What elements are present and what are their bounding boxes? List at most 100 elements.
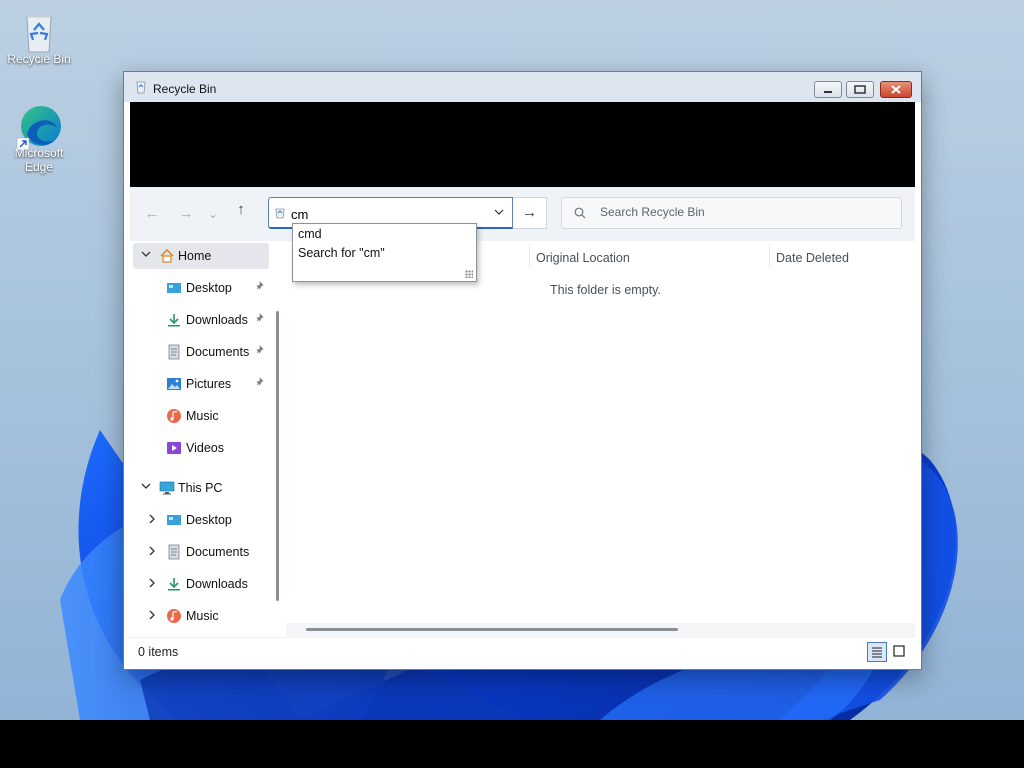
documents-icon xyxy=(168,544,180,560)
search-box[interactable] xyxy=(561,197,902,229)
window-title: Recycle Bin xyxy=(153,82,217,96)
sidebar-item-downloads[interactable]: Downloads xyxy=(133,307,269,333)
restore-icon xyxy=(854,85,866,94)
sidebar-item-label: Videos xyxy=(186,441,224,455)
this-pc-icon xyxy=(159,481,175,495)
minimize-button[interactable] xyxy=(814,81,842,98)
desktop-edge[interactable]: Microsoft Edge xyxy=(3,104,75,174)
sidebar-item-music[interactable]: Music xyxy=(133,403,269,429)
recycle-bin-icon xyxy=(19,10,59,53)
sidebar-item-label: Downloads xyxy=(186,577,248,591)
sidebar-item-desktop[interactable]: Desktop xyxy=(133,275,269,301)
minimize-icon xyxy=(824,91,832,93)
chevron-down-icon[interactable] xyxy=(141,482,151,493)
address-input[interactable] xyxy=(291,205,481,223)
item-count: 0 items xyxy=(138,645,179,659)
empty-folder-message: This folder is empty. xyxy=(550,283,661,297)
sidebar-item-label: This PC xyxy=(178,481,223,495)
chevron-down-icon[interactable] xyxy=(141,250,151,261)
up-button[interactable]: ↑ xyxy=(231,200,251,220)
sidebar-item-home[interactable]: Home xyxy=(133,243,269,269)
back-arrow-icon: ← xyxy=(144,205,160,222)
chevron-right-icon[interactable] xyxy=(148,578,156,591)
back-button[interactable]: ← xyxy=(142,204,162,224)
large-icons-view-icon xyxy=(893,645,905,657)
close-icon xyxy=(891,85,901,94)
sidebar-item-videos[interactable]: Videos xyxy=(133,435,269,461)
navigation-pane: Home Desktop Downloads Documents Picture… xyxy=(130,241,280,637)
column-header-original-location[interactable]: Original Location xyxy=(536,245,630,271)
search-icon xyxy=(574,207,586,219)
taskbar xyxy=(0,720,1024,768)
go-button[interactable]: → xyxy=(513,197,547,229)
column-separator[interactable] xyxy=(529,245,530,267)
file-explorer-window: Recycle Bin ← → ⌄ ↑ cm → Search Recycle … xyxy=(123,71,922,670)
chevron-right-icon[interactable] xyxy=(148,514,156,527)
details-view-icon xyxy=(872,647,882,658)
close-button[interactable] xyxy=(880,81,912,98)
autocomplete-item[interactable]: Search for "cm" xyxy=(298,246,385,260)
sidebar-item-label: Pictures xyxy=(186,377,232,391)
recent-locations-button[interactable]: ⌄ xyxy=(206,204,220,224)
desktop-icon-label: Microsoft Edge xyxy=(14,146,64,174)
maximize-button[interactable] xyxy=(846,81,874,98)
horizontal-scrollbar-thumb[interactable] xyxy=(306,628,678,631)
resize-grip-icon[interactable] xyxy=(465,270,473,278)
sidebar-item-documents[interactable]: Documents xyxy=(133,339,269,365)
pin-icon xyxy=(255,377,265,390)
chevron-right-icon[interactable] xyxy=(148,610,156,623)
autocomplete-item[interactable]: cmd xyxy=(298,227,322,241)
chevron-down-icon[interactable] xyxy=(494,207,504,219)
videos-icon xyxy=(167,442,181,454)
forward-arrow-icon: → xyxy=(178,205,194,222)
go-arrow-icon: → xyxy=(522,204,537,221)
recycle-bin-icon xyxy=(275,208,285,219)
chevron-down-icon: ⌄ xyxy=(207,207,219,221)
ribbon-area xyxy=(130,102,915,187)
documents-icon xyxy=(168,344,180,360)
edge-icon xyxy=(16,104,61,151)
up-arrow-icon: ↑ xyxy=(237,201,245,218)
sidebar-item-label: Music xyxy=(186,409,219,423)
sidebar-item-pc-documents[interactable]: Documents xyxy=(133,539,269,565)
sidebar-item-label: Desktop xyxy=(186,513,232,527)
sidebar-item-pictures[interactable]: Pictures xyxy=(133,371,269,397)
title-bar[interactable]: Recycle Bin xyxy=(124,72,921,102)
search-input[interactable] xyxy=(600,205,890,219)
pin-icon xyxy=(255,345,265,358)
navigation-bar: ← → ⌄ ↑ → xyxy=(130,187,915,241)
home-icon xyxy=(160,248,174,263)
sidebar-item-label: Downloads xyxy=(186,313,248,327)
details-view-button[interactable] xyxy=(867,642,887,662)
downloads-icon xyxy=(168,314,180,327)
music-icon xyxy=(167,409,181,423)
desktop-icon-label: Recycle Bin xyxy=(7,52,71,66)
file-list-area[interactable]: Original Location Date Deleted This fold… xyxy=(286,241,915,637)
downloads-icon xyxy=(168,578,180,591)
address-autocomplete-dropdown: cmd Search for "cm" xyxy=(292,223,477,282)
desktop-recycle-bin[interactable]: Recycle Bin xyxy=(3,10,75,66)
pin-icon xyxy=(255,281,265,294)
desktop-folder-icon xyxy=(167,515,181,525)
sidebar-item-pc-desktop[interactable]: Desktop xyxy=(133,507,269,533)
music-icon xyxy=(167,609,181,623)
pin-icon xyxy=(255,313,265,326)
sidebar-item-pc-downloads[interactable]: Downloads xyxy=(133,571,269,597)
recycle-bin-icon xyxy=(136,81,146,94)
sidebar-item-label: Home xyxy=(178,249,212,263)
column-header-date-deleted[interactable]: Date Deleted xyxy=(776,245,849,271)
forward-button[interactable]: → xyxy=(176,204,196,224)
sidebar-item-label: Documents xyxy=(186,545,250,559)
chevron-right-icon[interactable] xyxy=(148,546,156,559)
pictures-icon xyxy=(167,378,181,390)
column-separator[interactable] xyxy=(769,245,770,267)
sidebar-item-this-pc[interactable]: This PC xyxy=(133,475,269,501)
desktop-folder-icon xyxy=(167,283,181,293)
status-bar: 0 items xyxy=(130,637,915,664)
large-icons-view-button[interactable] xyxy=(890,642,910,662)
sidebar-item-label: Music xyxy=(186,609,219,623)
sidebar-scrollbar[interactable] xyxy=(276,311,279,601)
sidebar-item-pc-music[interactable]: Music xyxy=(133,603,269,629)
sidebar-item-label: Desktop xyxy=(186,281,232,295)
explorer-body: ← → ⌄ ↑ → xyxy=(130,187,915,664)
